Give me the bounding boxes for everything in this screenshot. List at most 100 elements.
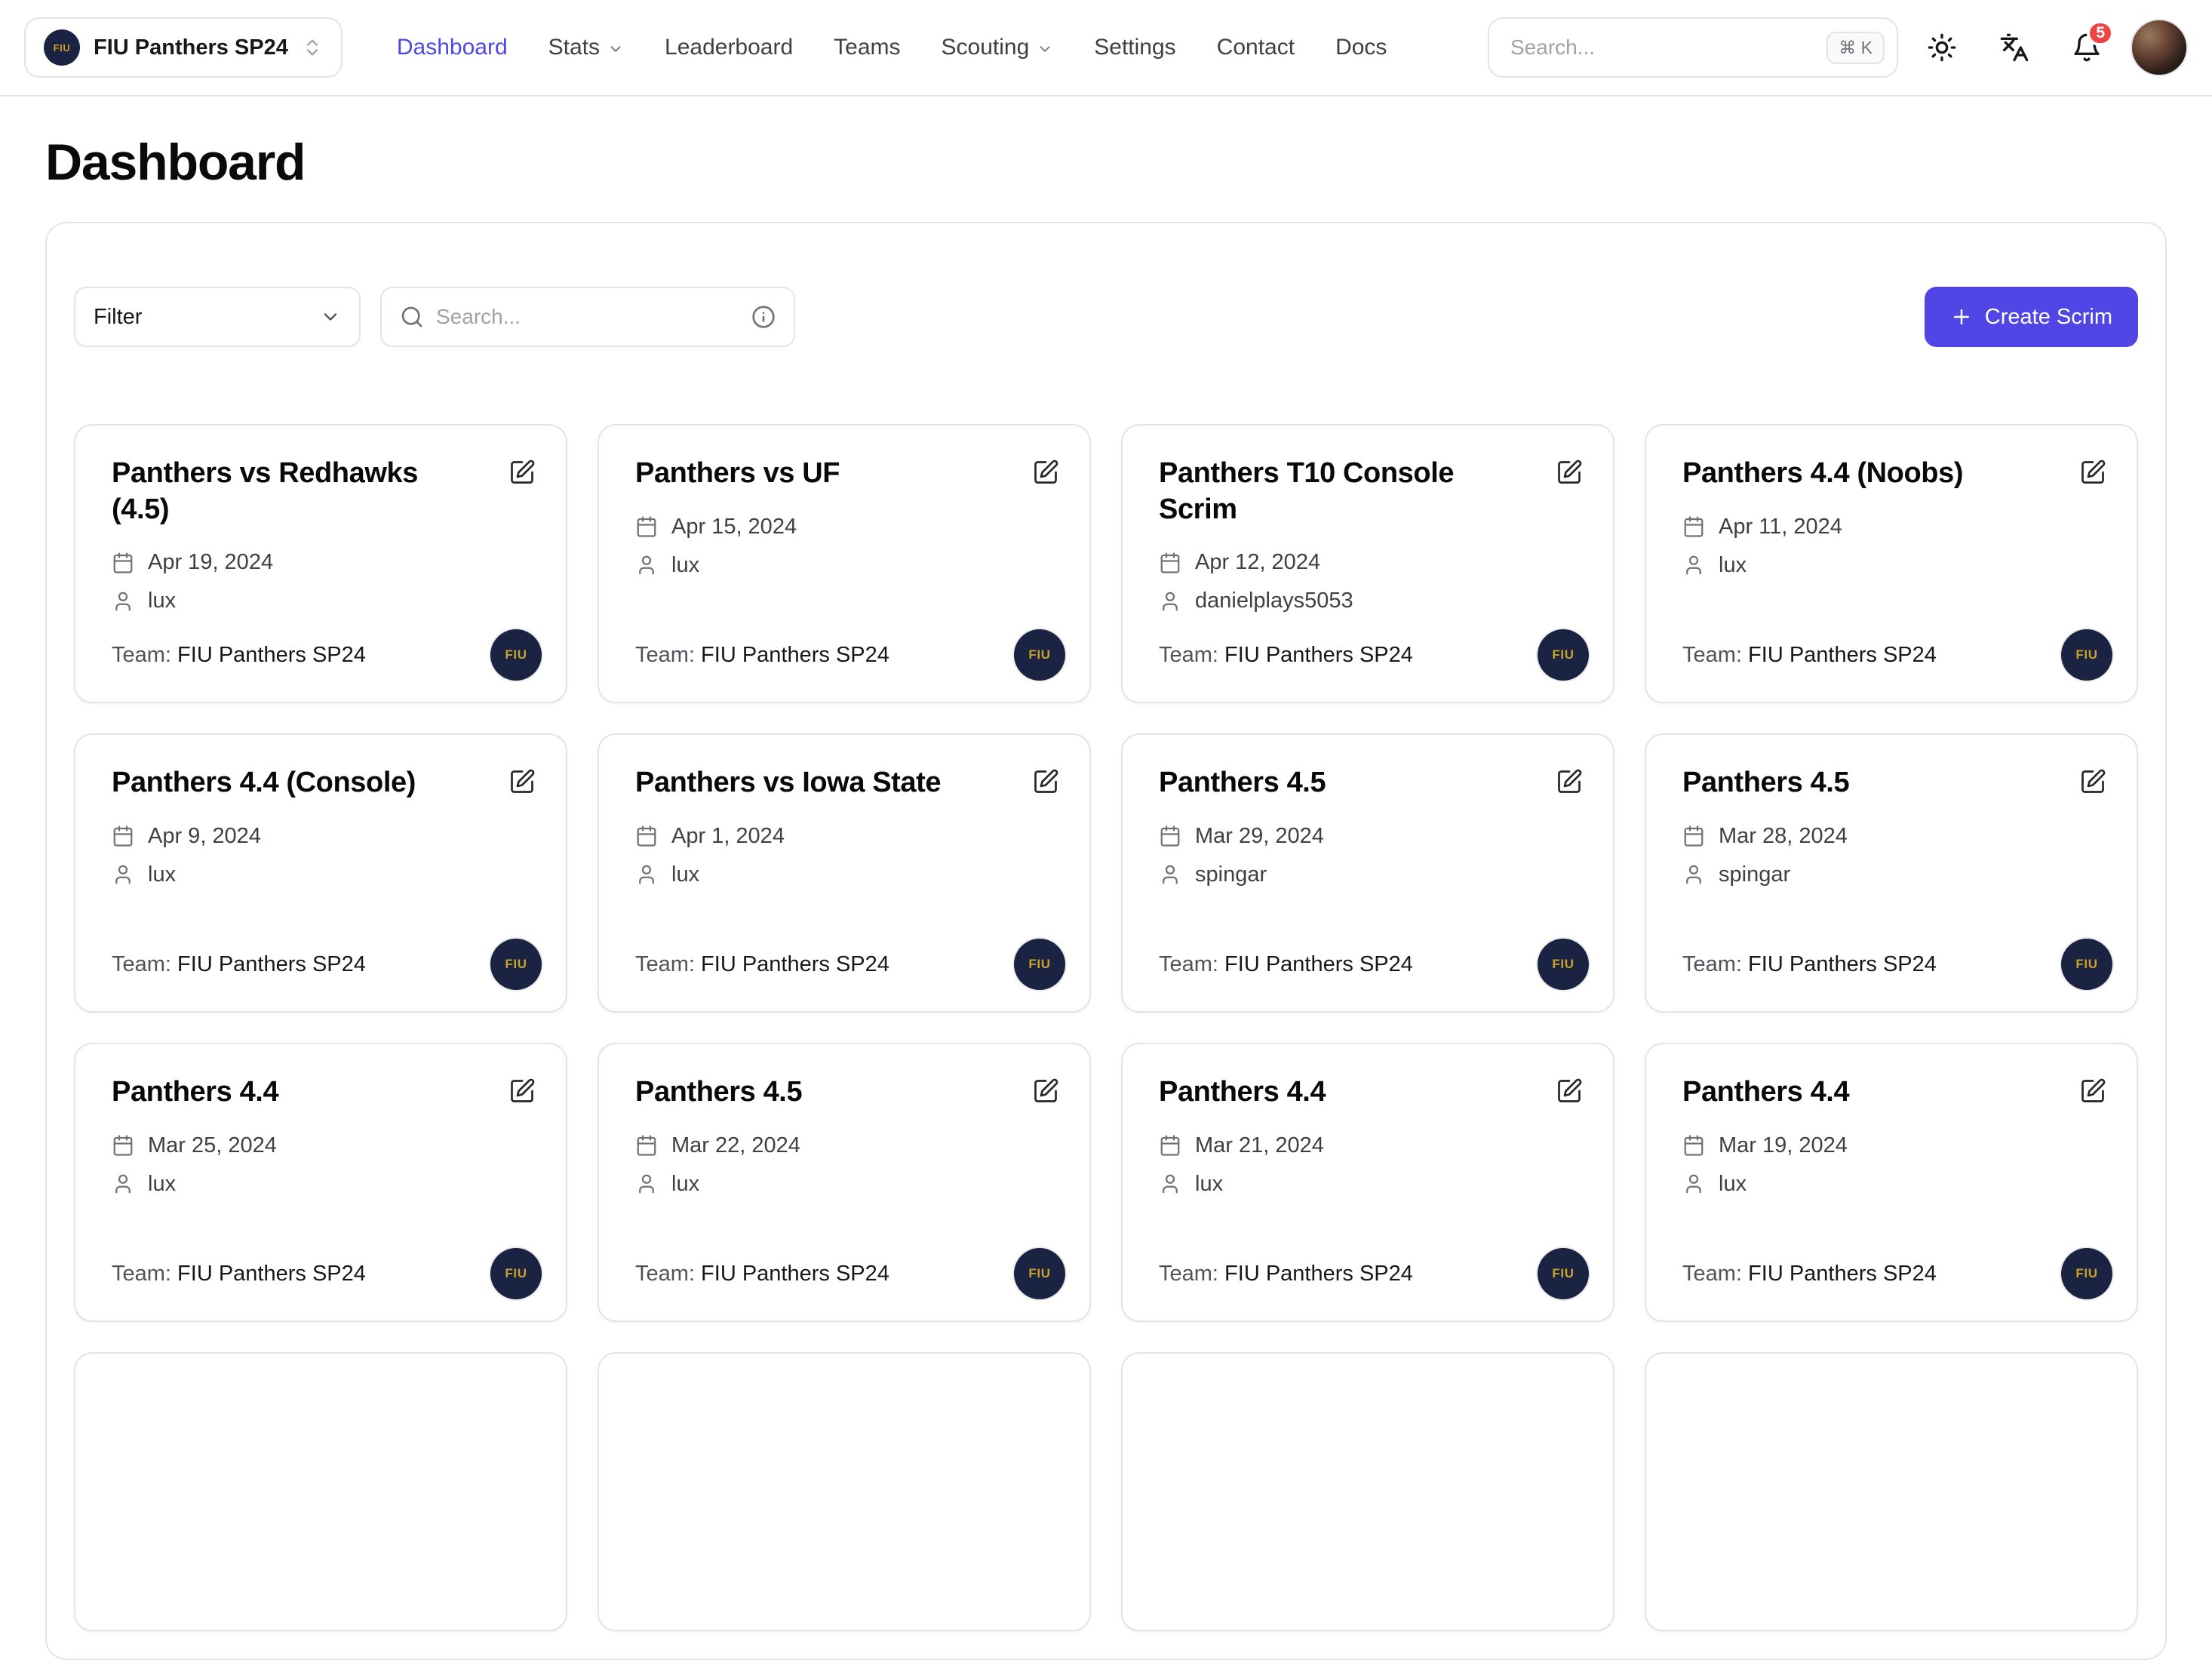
- team-logo: FIU: [1538, 629, 1589, 681]
- scrim-card-partial[interactable]: [1645, 1352, 2138, 1631]
- team-logo: FIU: [2061, 939, 2112, 990]
- scrim-title: Panthers 4.5: [1682, 765, 2106, 801]
- user-icon: [1682, 863, 1705, 886]
- scrim-date: Mar 22, 2024: [671, 1133, 800, 1158]
- scrim-user: lux: [1719, 1172, 1747, 1197]
- edit-scrim-button[interactable]: [2073, 1071, 2112, 1111]
- nav-item-settings[interactable]: Settings: [1094, 35, 1175, 60]
- scrim-date-row: Apr 12, 2024: [1159, 550, 1583, 575]
- scrim-grid: Panthers vs Redhawks (4.5) Apr 19, 2024 …: [74, 424, 2138, 1631]
- create-scrim-button[interactable]: Create Scrim: [1925, 287, 2138, 347]
- calendar-icon: [1159, 1134, 1181, 1157]
- scrim-card-partial[interactable]: [74, 1352, 567, 1631]
- info-icon[interactable]: [751, 305, 776, 329]
- nav-item-teams[interactable]: Teams: [834, 35, 900, 60]
- calendar-icon: [1682, 1134, 1705, 1157]
- nav-item-docs[interactable]: Docs: [1335, 35, 1387, 60]
- scrim-title: Panthers 4.4 (Console): [112, 765, 536, 801]
- scrim-date: Apr 11, 2024: [1719, 515, 1842, 540]
- scrim-card[interactable]: Panthers 4.4 (Console) Apr 9, 2024 lux: [74, 733, 567, 1013]
- scrims-toolbar: Filter Create Scrim: [74, 287, 2138, 347]
- scrim-title: Panthers vs UF: [635, 456, 1059, 492]
- edit-icon: [1032, 459, 1059, 486]
- scrim-card[interactable]: Panthers 4.5 Mar 29, 2024 spingar: [1121, 733, 1614, 1013]
- nav-item-dashboard[interactable]: Dashboard: [397, 35, 508, 60]
- language-button[interactable]: [1986, 19, 2043, 76]
- top-nav: FIU FIU Panthers SP24 Dashboard Stats Le…: [0, 0, 2212, 97]
- scrim-date: Apr 15, 2024: [671, 515, 797, 540]
- user-icon: [112, 1173, 134, 1195]
- scrim-footer: Team: FIU Panthers SP24 FIU: [1159, 629, 1589, 681]
- edit-scrim-button[interactable]: [1026, 762, 1065, 801]
- edit-icon: [1556, 1077, 1583, 1105]
- notifications-button[interactable]: 5: [2058, 19, 2115, 76]
- global-search-input[interactable]: [1510, 35, 1826, 60]
- scrim-team-line: Team: FIU Panthers SP24: [635, 643, 889, 668]
- scrim-card[interactable]: Panthers 4.4 Mar 19, 2024 lux: [1645, 1043, 2138, 1322]
- scrim-footer: Team: FIU Panthers SP24 FIU: [112, 939, 542, 990]
- page-title: Dashboard: [45, 133, 2167, 192]
- filter-select[interactable]: Filter: [74, 287, 361, 347]
- chevron-down-icon: [607, 41, 624, 57]
- edit-icon: [508, 459, 536, 486]
- scrim-user: lux: [671, 1172, 699, 1197]
- edit-scrim-button[interactable]: [1550, 762, 1589, 801]
- calendar-icon: [112, 1134, 134, 1157]
- scrim-search[interactable]: [380, 287, 795, 347]
- calendar-icon: [1159, 825, 1181, 847]
- scrim-card[interactable]: Panthers 4.4 Mar 21, 2024 lux: [1121, 1043, 1614, 1322]
- scrim-date-row: Mar 25, 2024: [112, 1133, 536, 1158]
- scrim-title: Panthers 4.4: [1682, 1074, 2106, 1111]
- scrim-user-row: lux: [635, 553, 1059, 578]
- scrim-footer: Team: FIU Panthers SP24 FIU: [1682, 939, 2112, 990]
- scrim-card[interactable]: Panthers 4.5 Mar 28, 2024 spingar: [1645, 733, 2138, 1013]
- edit-scrim-button[interactable]: [1026, 453, 1065, 492]
- theme-toggle-button[interactable]: [1913, 19, 1971, 76]
- edit-scrim-button[interactable]: [502, 762, 542, 801]
- scrim-card[interactable]: Panthers T10 Console Scrim Apr 12, 2024 …: [1121, 424, 1614, 703]
- nav-item-label: Settings: [1094, 35, 1175, 60]
- scrim-meta: Mar 22, 2024 lux: [635, 1133, 1059, 1197]
- scrim-card[interactable]: Panthers 4.4 (Noobs) Apr 11, 2024 lux: [1645, 424, 2138, 703]
- edit-scrim-button[interactable]: [2073, 453, 2112, 492]
- scrim-date-row: Apr 9, 2024: [112, 824, 536, 849]
- scrim-user-row: lux: [635, 1172, 1059, 1197]
- scrim-user: lux: [671, 862, 699, 887]
- edit-scrim-button[interactable]: [502, 1071, 542, 1111]
- scrim-user-row: spingar: [1159, 862, 1583, 887]
- scrim-card[interactable]: Panthers vs UF Apr 15, 2024 lux: [598, 424, 1091, 703]
- edit-scrim-button[interactable]: [2073, 762, 2112, 801]
- scrim-user-row: lux: [112, 589, 536, 613]
- scrim-card[interactable]: Panthers 4.5 Mar 22, 2024 lux: [598, 1043, 1091, 1322]
- scrim-team-line: Team: FIU Panthers SP24: [112, 1262, 366, 1286]
- user-icon: [112, 863, 134, 886]
- nav-item-contact[interactable]: Contact: [1217, 35, 1295, 60]
- team-selector[interactable]: FIU FIU Panthers SP24: [24, 17, 343, 78]
- scrim-search-input[interactable]: [436, 305, 739, 329]
- scrim-team-line: Team: FIU Panthers SP24: [635, 952, 889, 977]
- edit-scrim-button[interactable]: [1026, 1071, 1065, 1111]
- scrim-card-partial[interactable]: [1121, 1352, 1614, 1631]
- edit-scrim-button[interactable]: [1550, 1071, 1589, 1111]
- nav-item-leaderboard[interactable]: Leaderboard: [665, 35, 793, 60]
- scrim-user-row: danielplays5053: [1159, 589, 1583, 613]
- calendar-icon: [635, 515, 658, 538]
- edit-scrim-button[interactable]: [1550, 453, 1589, 492]
- team-logo: FIU: [2061, 629, 2112, 681]
- nav-item-stats[interactable]: Stats: [548, 35, 624, 60]
- scrim-card[interactable]: Panthers vs Iowa State Apr 1, 2024 lux: [598, 733, 1091, 1013]
- scrim-date-row: Mar 21, 2024: [1159, 1133, 1583, 1158]
- scrim-card[interactable]: Panthers 4.4 Mar 25, 2024 lux: [74, 1043, 567, 1322]
- nav-item-scouting[interactable]: Scouting: [942, 35, 1054, 60]
- scrim-card-partial[interactable]: [598, 1352, 1091, 1631]
- edit-icon: [508, 768, 536, 795]
- scrim-footer: Team: FIU Panthers SP24 FIU: [635, 629, 1065, 681]
- scrim-user: lux: [148, 589, 176, 613]
- scrim-card[interactable]: Panthers vs Redhawks (4.5) Apr 19, 2024 …: [74, 424, 567, 703]
- global-search[interactable]: ⌘ K: [1488, 17, 1898, 78]
- user-avatar[interactable]: [2131, 19, 2188, 76]
- scrim-user: lux: [1195, 1172, 1223, 1197]
- edit-scrim-button[interactable]: [502, 453, 542, 492]
- scrim-footer: Team: FIU Panthers SP24 FIU: [112, 629, 542, 681]
- scrim-title: Panthers 4.4 (Noobs): [1682, 456, 2106, 492]
